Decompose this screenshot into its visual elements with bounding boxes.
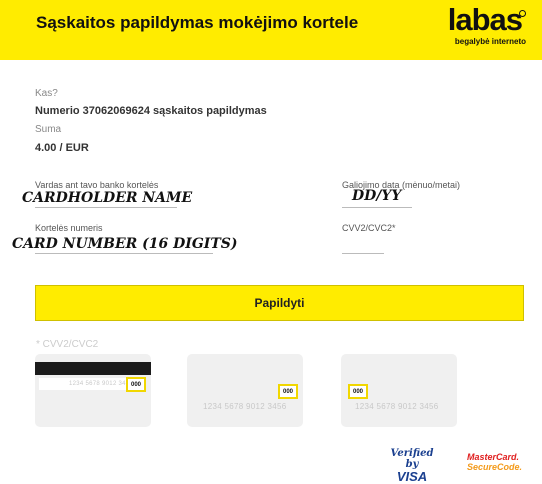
card-number-sample: 1234 5678 9012 3456 (69, 381, 134, 387)
card-number-sample: 1234 5678 9012 3456 (203, 402, 287, 411)
submit-button[interactable]: Papildyti (35, 285, 524, 321)
logo-tagline: begalybė interneto (455, 37, 526, 46)
logo-wordmark: labas (447, 2, 523, 37)
card-front-illustration: 000 1234 5678 9012 3456 (187, 354, 303, 427)
card-number-underline (35, 253, 213, 254)
labas-logo[interactable]: labas begalybė interneto (446, 2, 526, 54)
header-bar: Sąskaitos papildymas mokėjimo kortele la… (0, 0, 542, 60)
logo-tagline-bold: begalybė (454, 37, 490, 46)
what-label: Kas? (35, 88, 58, 99)
cardholder-name-input[interactable]: CARDHOLDER NAME (22, 190, 192, 206)
magnetic-stripe (35, 362, 151, 375)
mc-badge-line2: SecureCode. (467, 462, 523, 472)
logo-circle-icon (519, 10, 526, 17)
amount-value: 4.00 / EUR (35, 142, 89, 154)
logo-tagline-rest: interneto (489, 37, 526, 46)
mastercard-securecode-badge: MasterCard. SecureCode. (467, 452, 531, 472)
expiry-input[interactable]: DD/YY (352, 188, 401, 204)
card-number-sample: 1234 5678 9012 3456 (355, 402, 439, 411)
page-title: Sąskaitos papildymas mokėjimo kortele (36, 13, 359, 32)
cvv-sample: 000 (278, 384, 298, 399)
cardholder-name-label: Vardas ant tavo banko kortelės (35, 180, 159, 190)
cvv-help-label: * CVV2/CVC2 (36, 339, 99, 350)
verified-by-visa-badge: Verified by VISA (383, 448, 441, 483)
visa-badge-line2: VISA (396, 469, 428, 484)
cvv-sample: 000 (126, 377, 146, 392)
visa-badge-line1: Verified by (390, 448, 434, 470)
cardholder-name-underline (35, 207, 177, 208)
amount-label: Suma (35, 124, 62, 135)
card-front-amex-illustration: 000 1234 5678 9012 3456 (341, 354, 457, 427)
expiry-underline (342, 207, 412, 208)
card-number-input[interactable]: CARD NUMBER (16 DIGITS) (12, 236, 238, 252)
what-value: Numerio 37062069624 sąskaitos papildymas (35, 105, 267, 117)
mc-badge-line1: MasterCard. (467, 452, 520, 462)
cvv-label: CVV2/CVC2* (342, 223, 396, 233)
card-number-label: Kortelės numeris (35, 223, 103, 233)
cvv-sample: 000 (348, 384, 368, 399)
cvv-input[interactable] (342, 253, 384, 254)
card-back-illustration: 1234 5678 9012 3456 000 (35, 354, 151, 427)
